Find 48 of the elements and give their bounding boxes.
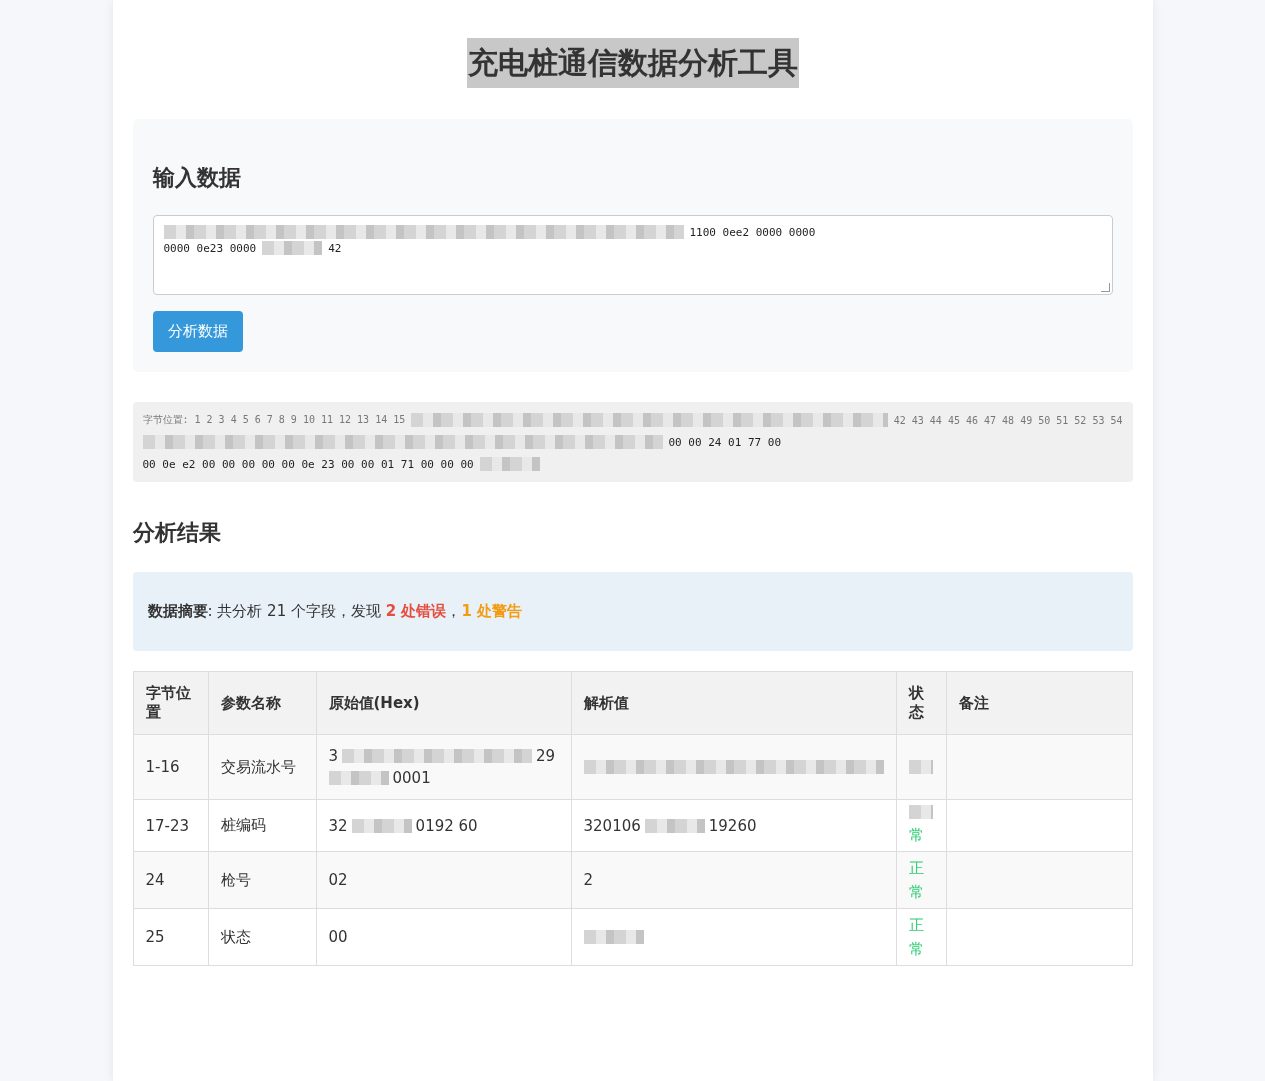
column-header: 原始值(Hex) — [316, 671, 571, 735]
table-cell: 枪号 — [208, 851, 316, 909]
table-cell: 状态 — [208, 908, 316, 966]
redaction-mark — [262, 241, 323, 255]
text-fragment: 正常 — [908, 858, 924, 903]
text-fragment: 正常 — [908, 915, 924, 960]
text-fragment: 02 — [328, 871, 348, 889]
text-fragment: 19260 — [708, 816, 757, 835]
page-title: 充电桩通信数据分析工具 — [466, 38, 799, 88]
section-heading: 分析结果 — [132, 519, 222, 547]
redaction-mark — [328, 771, 389, 785]
text-fragment: 常 — [908, 824, 924, 846]
text-fragment: 0000 0e23 0000 — [163, 241, 257, 255]
column-header: 字节位置 — [133, 671, 208, 735]
redaction-mark — [644, 818, 705, 833]
table-cell: 24 — [133, 851, 208, 909]
text-fragment: 0192 60 — [415, 816, 478, 835]
text-fragment: 2 — [583, 871, 594, 889]
text-fragment: 00 — [328, 928, 348, 946]
redaction-mark — [908, 760, 933, 774]
table-cell: 交易流水号 — [208, 734, 316, 800]
table-cell: 17-23 — [133, 799, 208, 852]
text-fragment: 3 — [328, 747, 339, 765]
data-input-field[interactable]: 1100 0ee2 0000 0000 0000 0e23 0000 42 — [152, 215, 1113, 295]
text-fragment: 42 — [328, 241, 342, 255]
text-fragment: 0001 — [392, 769, 431, 787]
table-cell: 桩编码 — [208, 799, 316, 852]
column-header: 参数名称 — [208, 671, 316, 735]
text-fragment: 32 — [328, 816, 348, 835]
redaction-mark — [908, 804, 933, 819]
text-fragment: 320106 — [583, 816, 641, 835]
text-fragment: 42 43 44 45 46 47 48 49 50 51 52 53 54 — [893, 414, 1123, 426]
text-fragment: 1100 0ee2 0000 0000 — [689, 225, 816, 239]
resize-handle-icon[interactable] — [1100, 283, 1110, 292]
text-fragment: 29 — [536, 747, 556, 765]
column-header: 状态 — [896, 671, 946, 735]
column-header: 解析值 — [571, 671, 896, 735]
text-fragment: 00 00 24 01 77 00 — [668, 435, 782, 449]
column-header: 备注 — [946, 671, 1132, 735]
table-cell: 25 — [133, 908, 208, 966]
table-cell: 1-16 — [133, 734, 208, 800]
summary-text: 数据摘要: 共分析 21 个字段，发现 2 处错误，1 处警告 — [147, 602, 524, 621]
text-fragment: 00 0e e2 00 00 00 00 00 0e 23 00 00 01 71 00 00 00 — [142, 457, 474, 471]
redaction-mark — [583, 930, 644, 944]
redaction-mark — [479, 457, 540, 471]
text-fragment: 字节位置: 1 2 3 4 5 6 7 8 9 10 11 12 13 14 15 — [142, 413, 406, 427]
section-heading: 输入数据 — [152, 164, 242, 192]
redaction-mark — [351, 818, 412, 833]
